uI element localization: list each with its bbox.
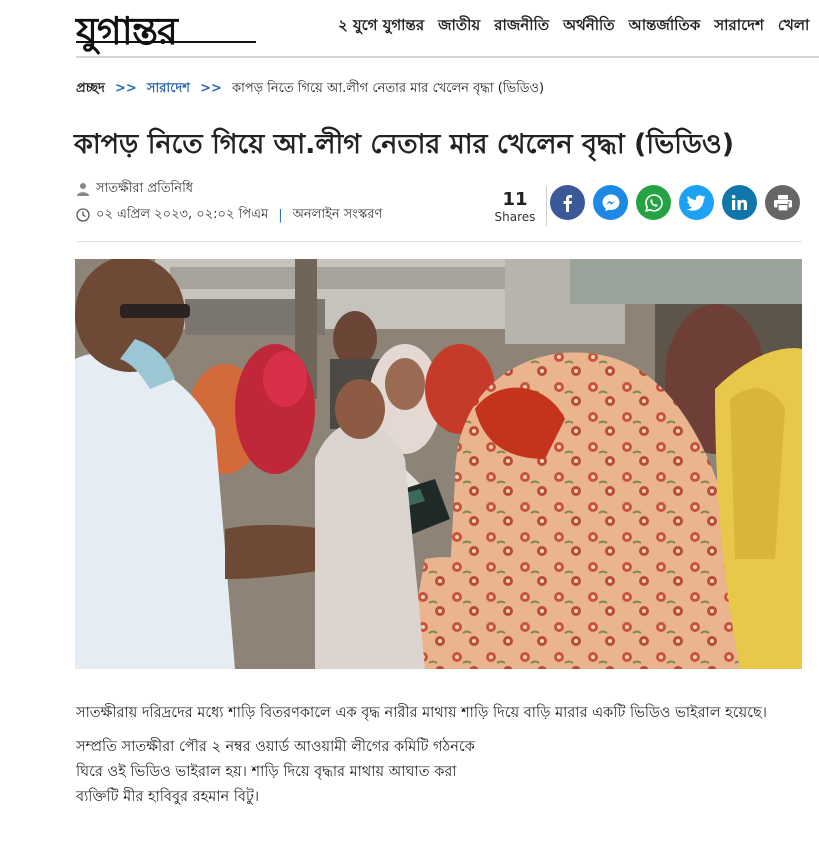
messenger-share-button[interactable] xyxy=(593,185,628,220)
share-count-label: Shares xyxy=(494,210,536,224)
site-header: যুগান্তর ২ যুগে যুগান্তর জাতীয় রাজনীতি … xyxy=(0,0,819,58)
article-lead-image[interactable] xyxy=(75,259,802,669)
share-count: 11 Shares xyxy=(492,189,538,225)
meta-divider xyxy=(76,241,802,242)
breadcrumb-separator: >> xyxy=(114,81,137,96)
edition-label: অনলাইন সংস্করণ xyxy=(292,206,383,222)
linkedin-share-button[interactable] xyxy=(722,185,757,220)
clock-icon xyxy=(76,208,90,222)
breadcrumb-separator: >> xyxy=(200,81,222,96)
facebook-icon xyxy=(563,194,572,212)
twitter-icon xyxy=(687,194,706,211)
nav-item-national[interactable]: জাতীয় xyxy=(438,14,480,39)
article-meta: সাতক্ষীরা প্রতিনিধি ০২ এপ্রিল ২০২৩, ০২:০… xyxy=(76,179,382,231)
user-icon xyxy=(77,183,89,196)
messenger-icon xyxy=(602,194,619,211)
twitter-share-button[interactable] xyxy=(679,185,714,220)
author-row: সাতক্ষীরা প্রতিনিধি xyxy=(76,179,382,199)
whatsapp-share-button[interactable] xyxy=(636,185,671,220)
share-count-number: 11 xyxy=(502,189,528,210)
nav-item-international[interactable]: আন্তর্জাতিক xyxy=(629,14,701,39)
nav-item-sports[interactable]: খেলা xyxy=(778,14,809,39)
print-button[interactable] xyxy=(765,185,800,220)
breadcrumb-category[interactable]: সারাদেশ xyxy=(147,81,190,96)
article-paragraph: সাতক্ষীরায় দরিদ্রদের মধ্যে শাড়ি বিতরণক… xyxy=(76,705,767,721)
nav-item-politics[interactable]: রাজনীতি xyxy=(494,14,549,39)
publish-date: ০২ এপ্রিল ২০২৩, ০২:০২ পিএম xyxy=(96,206,269,222)
nav-item-country[interactable]: সারাদেশ xyxy=(714,14,764,39)
nav-item-2-juge[interactable]: ২ যুগে যুগান্তর xyxy=(338,14,424,39)
article-paragraph: সম্প্রতি সাতক্ষীরা পৌর ২ নম্বর ওয়ার্ড আ… xyxy=(76,739,475,805)
author-name: সাতক্ষীরা প্রতিনিধি xyxy=(96,180,194,196)
logo-underline xyxy=(76,41,256,43)
whatsapp-icon xyxy=(644,193,663,212)
date-row: ০২ এপ্রিল ২০২৩, ০২:০২ পিএম | অনলাইন সংস্… xyxy=(76,205,382,225)
linkedin-icon xyxy=(731,194,747,210)
breadcrumb-current: কাপড় নিতে গিয়ে আ.লীগ নেতার মার খেলেন ব… xyxy=(232,81,545,96)
printer-icon xyxy=(773,194,792,212)
breadcrumb: প্রচ্ছদ >> সারাদেশ >> কাপড় নিতে গিয়ে আ… xyxy=(76,79,544,100)
meta-separator: | xyxy=(278,207,283,223)
facebook-share-button[interactable] xyxy=(550,185,585,220)
header-divider xyxy=(76,56,819,58)
article-headline: কাপড় নিতে গিয়ে আ.লীগ নেতার মার খেলেন ব… xyxy=(74,129,735,160)
article-body: সাতক্ষীরায় দরিদ্রদের মধ্যে শাড়ি বিতরণক… xyxy=(76,701,802,810)
breadcrumb-home[interactable]: প্রচ্ছদ xyxy=(76,81,105,96)
nav-item-economy[interactable]: অর্থনীতি xyxy=(563,14,615,39)
social-share-bar xyxy=(550,185,800,220)
lead-photo-illustration xyxy=(75,259,802,669)
shares-divider xyxy=(546,186,547,226)
main-nav: ২ যুগে যুগান্তর জাতীয় রাজনীতি অর্থনীতি … xyxy=(338,14,819,39)
